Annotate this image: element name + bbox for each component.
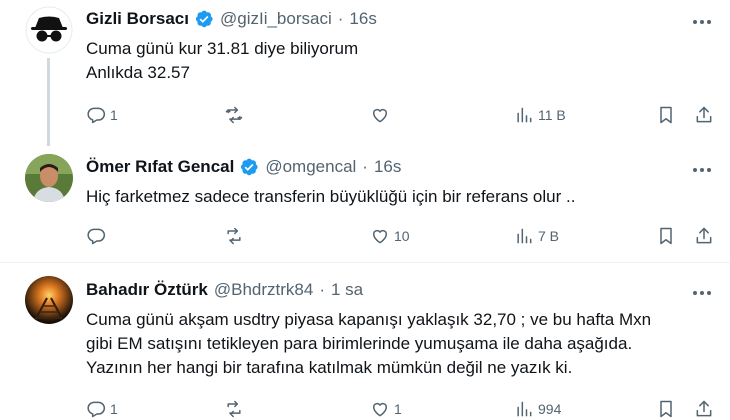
- author-name[interactable]: Ömer Rıfat Gencal: [86, 157, 234, 177]
- views-count: 994: [538, 401, 562, 417]
- incognito-avatar-icon: [25, 6, 73, 54]
- author-handle[interactable]: @gizIi_borsaci: [220, 9, 332, 29]
- reply-button[interactable]: 1: [86, 397, 118, 420]
- action-bar: 10 7 B: [0, 224, 730, 248]
- share-button[interactable]: [694, 397, 714, 420]
- views-icon: [517, 107, 532, 123]
- retweet-icon: [227, 400, 241, 418]
- verified-icon: [194, 9, 214, 29]
- separator-dot: ·: [362, 157, 368, 176]
- views-button[interactable]: 994: [514, 397, 561, 420]
- timestamp[interactable]: 1 sa: [331, 280, 363, 300]
- tweet-2[interactable]: Ömer Rıfat Gencal @omgencal · 16s Hiç fa…: [0, 140, 730, 262]
- more-icon[interactable]: [688, 12, 716, 32]
- timestamp[interactable]: 16s: [349, 9, 376, 29]
- like-button[interactable]: 1: [370, 397, 402, 420]
- views-button[interactable]: 11 B: [514, 103, 566, 127]
- reply-icon: [87, 107, 106, 124]
- views-button[interactable]: 7 B: [514, 224, 559, 248]
- text-line: Cuma günü kur 31.81 diye biliyorum: [86, 39, 359, 58]
- timestamp[interactable]: 16s: [374, 157, 401, 177]
- views-count: 11 B: [538, 107, 566, 123]
- retweet-button[interactable]: [224, 224, 244, 248]
- reply-button[interactable]: 1: [86, 103, 118, 127]
- text-line: Yazının her hangi bir tarafına katılmak …: [86, 358, 573, 377]
- retweet-icon: [225, 106, 243, 124]
- tweet-text: Cuma günü akşam usdtry piyasa kapanışı y…: [86, 308, 651, 380]
- share-button[interactable]: [694, 103, 714, 127]
- like-count: 1: [394, 401, 402, 417]
- retweet-button[interactable]: [224, 103, 244, 127]
- text-line: Anlıkda 32.57: [86, 63, 190, 82]
- author-handle[interactable]: @Bhdrztrk84: [214, 280, 313, 300]
- reply-count: 1: [110, 107, 118, 123]
- bookmark-icon: [660, 400, 672, 418]
- reply-button[interactable]: [86, 224, 106, 248]
- tweet-header: Bahadır Öztürk @Bhdrztrk84 · 1 sa: [86, 280, 363, 300]
- verified-icon: [239, 157, 259, 177]
- tweet-text: Hiç farketmez sadece transferin büyüklüğ…: [86, 185, 575, 209]
- more-icon[interactable]: [688, 283, 716, 303]
- thread-line: [47, 58, 50, 146]
- views-icon: [517, 228, 532, 244]
- like-icon: [373, 402, 387, 417]
- railroad-sunset-avatar-icon: [25, 276, 73, 324]
- profile-photo-icon: [25, 154, 73, 202]
- bookmark-button[interactable]: [656, 397, 676, 420]
- bookmark-button[interactable]: [656, 224, 676, 248]
- reply-count: 1: [110, 401, 118, 417]
- views-icon: [517, 401, 532, 417]
- tweet-header: Gizli Borsacı @gizIi_borsaci · 16s: [86, 9, 377, 29]
- separator-dot: ·: [319, 280, 325, 299]
- bookmark-icon: [660, 106, 672, 124]
- share-icon: [696, 106, 712, 123]
- bookmark-icon: [660, 227, 672, 245]
- avatar[interactable]: [25, 154, 73, 202]
- share-icon: [696, 400, 712, 417]
- tweet-1[interactable]: Gizli Borsacı @gizIi_borsaci · 16s Cuma …: [0, 0, 730, 146]
- avatar[interactable]: [25, 276, 73, 324]
- bookmark-button[interactable]: [656, 103, 676, 127]
- tweet-text: Cuma günü kur 31.81 diye biliyorum Anlık…: [86, 37, 358, 85]
- reply-icon: [87, 401, 106, 418]
- views-count: 7 B: [538, 228, 560, 244]
- author-name[interactable]: Bahadır Öztürk: [86, 280, 208, 300]
- like-icon: [373, 108, 387, 123]
- tweet-header: Ömer Rıfat Gencal @omgencal · 16s: [86, 157, 401, 177]
- separator-dot: ·: [337, 9, 344, 28]
- tweet-3[interactable]: Bahadır Öztürk @Bhdrztrk84 · 1 sa Cuma g…: [0, 263, 730, 420]
- share-icon: [696, 227, 712, 244]
- text-line: Hiç farketmez sadece transferin büyüklüğ…: [86, 187, 576, 206]
- like-count: 10: [394, 228, 410, 244]
- action-bar: 1 11 B: [0, 103, 730, 127]
- action-bar: 1 1 994: [0, 397, 730, 420]
- author-name[interactable]: Gizli Borsacı: [86, 9, 189, 29]
- text-line: Cuma günü akşam usdtry piyasa kapanışı y…: [86, 310, 652, 329]
- like-icon: [373, 229, 387, 244]
- reply-icon: [87, 228, 106, 245]
- avatar[interactable]: [25, 6, 73, 54]
- share-button[interactable]: [694, 224, 714, 248]
- retweet-icon: [227, 227, 241, 245]
- text-line: gibi EM satışını tetikleyen para birimle…: [86, 334, 633, 353]
- author-handle[interactable]: @omgencal: [265, 157, 356, 177]
- like-button[interactable]: [370, 103, 390, 127]
- retweet-button[interactable]: [224, 397, 244, 420]
- more-icon[interactable]: [688, 160, 716, 180]
- like-button[interactable]: 10: [370, 224, 410, 248]
